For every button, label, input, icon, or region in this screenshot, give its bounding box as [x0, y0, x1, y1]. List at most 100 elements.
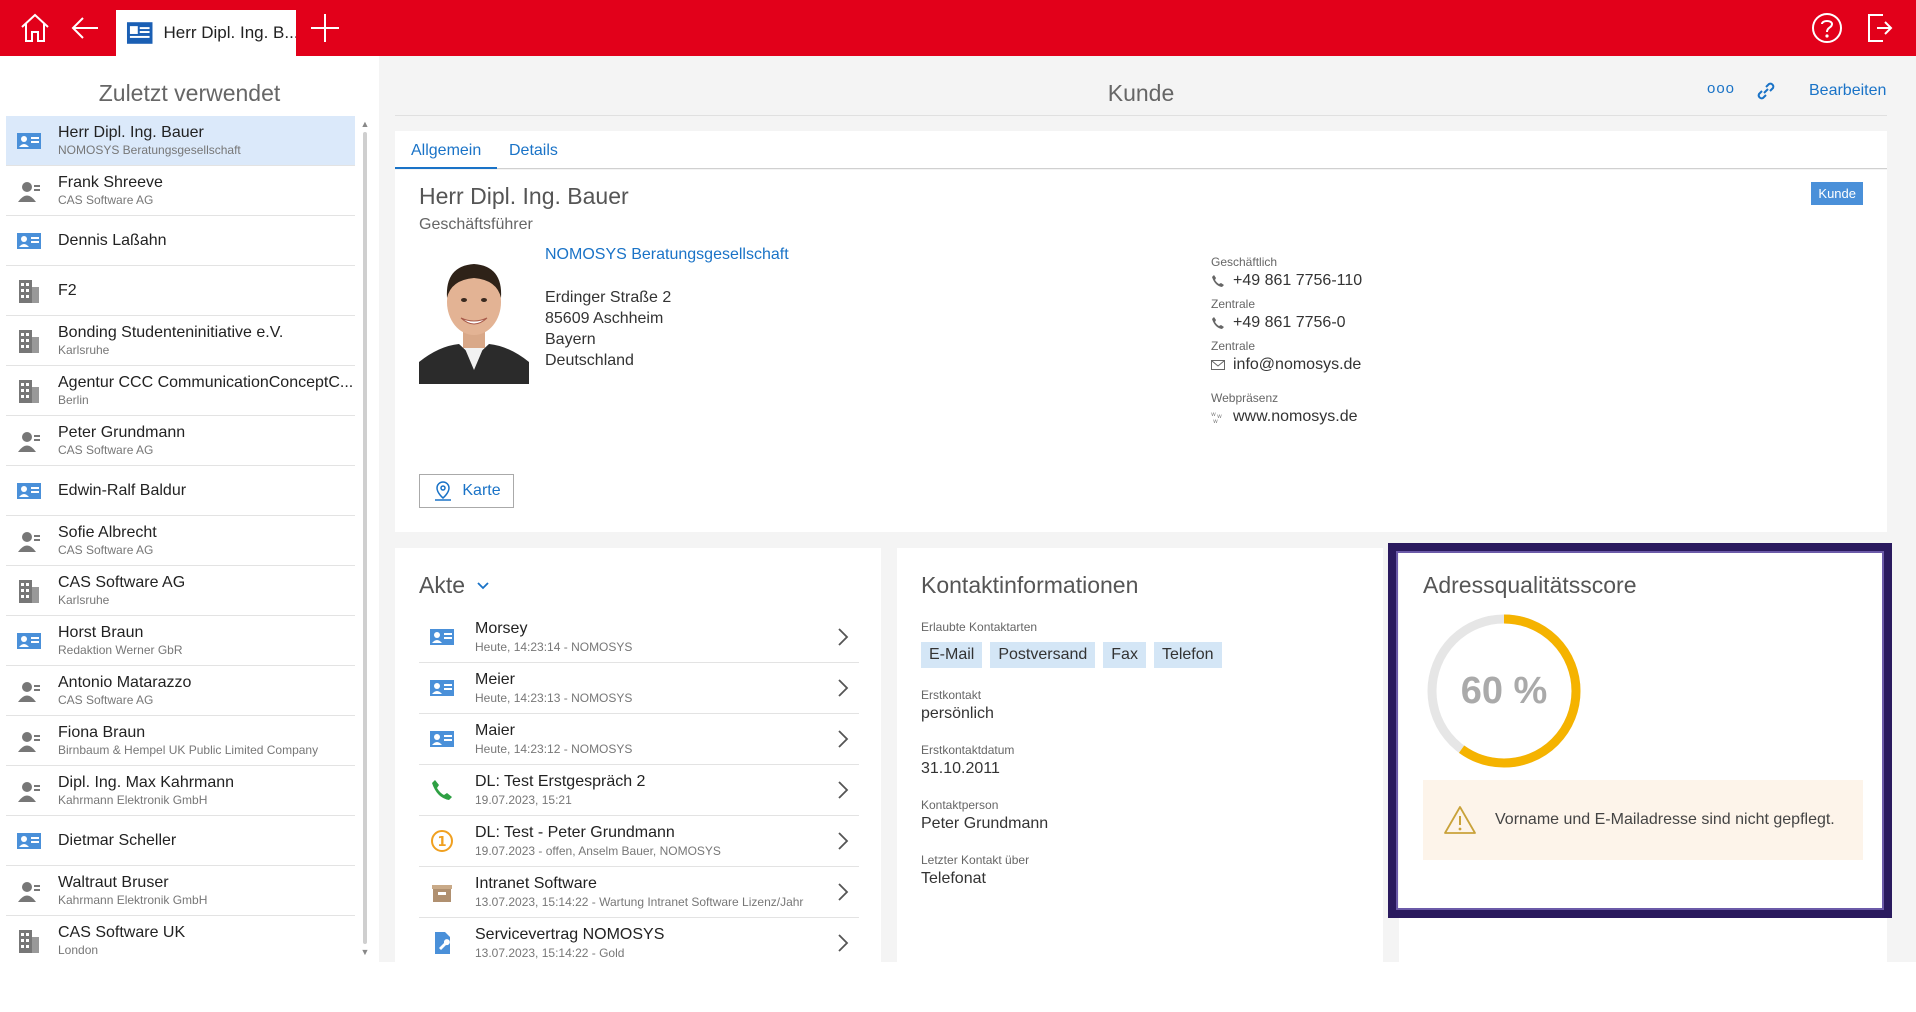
- recent-item[interactable]: CAS Software UK London: [6, 916, 355, 962]
- contact-info-body: Erlaubte Kontaktarten E-Mail Postversand F…: [921, 620, 1361, 908]
- allowed-contact-label: Erlaubte Kontaktarten: [921, 620, 1038, 634]
- chevron-right-icon[interactable]: [833, 627, 853, 647]
- akte-item-name: DL: Test Erstgespräch 2: [475, 773, 646, 790]
- recent-item-name: Peter Grundmann: [58, 424, 186, 441]
- phone-business[interactable]: +49 861 7756-110: [1211, 272, 1611, 290]
- scroll-up-icon[interactable]: ▲: [359, 118, 371, 130]
- new-tab-button[interactable]: [300, 0, 350, 56]
- company-link[interactable]: NOMOSYS Beratungsgesellschaft: [545, 246, 789, 264]
- link-icon: [1757, 82, 1775, 100]
- phone-central[interactable]: +49 861 7756-0: [1211, 314, 1611, 332]
- logout-button[interactable]: [1855, 0, 1905, 56]
- recent-item[interactable]: CAS Software AG Karlsruhe: [6, 566, 355, 616]
- channel-value: info@nomosys.de: [1233, 356, 1362, 373]
- contact-info-card: Kontaktinformationen Erlaubte Kontaktart…: [897, 548, 1383, 962]
- building-icon: [14, 276, 44, 306]
- contact-card-icon: [14, 476, 44, 506]
- contact-info-value: Telefonat: [921, 870, 986, 887]
- recent-item[interactable]: Peter Grundmann CAS Software AG: [6, 416, 355, 466]
- contact-card-icon: [14, 226, 44, 256]
- postal-address: Erdinger Straße 2 85609 Aschheim Bayern …: [545, 287, 671, 371]
- plus-icon: [311, 14, 339, 42]
- email-central[interactable]: info@nomosys.de: [1211, 356, 1611, 374]
- recent-item[interactable]: Dennis Laßahn: [6, 216, 355, 266]
- chevron-right-icon[interactable]: [833, 780, 853, 800]
- tab-details[interactable]: Details: [493, 131, 574, 169]
- contact-info-label: Erstkontaktdatum: [921, 743, 1015, 757]
- top-bar: Herr Dipl. Ing. B...: [0, 0, 1916, 56]
- contact-card-icon: [429, 726, 455, 752]
- help-button[interactable]: [1802, 0, 1852, 56]
- tab-allgemein[interactable]: Allgemein: [395, 131, 498, 169]
- contact-info-label: Letzter Kontakt über: [921, 853, 1030, 867]
- akte-item-sub: 13.07.2023, 15:14:22 - Wartung Intranet …: [475, 895, 804, 909]
- akte-item[interactable]: Servicevertrag NOMOSYS 13.07.2023, 15:14:…: [419, 918, 859, 962]
- recent-item[interactable]: Agentur CCC CommunicationConceptC... Berl…: [6, 366, 355, 416]
- contact-type-chip: Postversand: [990, 642, 1096, 668]
- recent-item-sub: Birnbaum & Hempel UK Public Limited Comp…: [58, 743, 319, 757]
- recent-list[interactable]: Herr Dipl. Ing. Bauer NOMOSYS Beratungsge…: [6, 116, 355, 962]
- channel-value: +49 861 7756-110: [1233, 272, 1363, 289]
- contract-wrench-icon: [429, 930, 455, 956]
- address-street: Erdinger Straße 2: [545, 289, 672, 306]
- recent-item[interactable]: Antonio Matarazzo CAS Software AG: [6, 666, 355, 716]
- recent-item[interactable]: Edwin-Ralf Baldur: [6, 466, 355, 516]
- website[interactable]: www www.nomosys.de: [1211, 408, 1611, 426]
- recent-item[interactable]: Sofie Albrecht CAS Software AG: [6, 516, 355, 566]
- chevron-right-icon[interactable]: [833, 678, 853, 698]
- quality-warning-text: Vorname und E-Mailadresse sind nicht gep…: [1495, 811, 1835, 828]
- recent-item[interactable]: Dipl. Ing. Max Kahrmann Kahrmann Elektron…: [6, 766, 355, 816]
- recent-item[interactable]: F2: [6, 266, 355, 316]
- edit-button[interactable]: Bearbeiten: [1809, 82, 1886, 100]
- akte-item[interactable]: Morsey Heute, 14:23:14 - NOMOSYS: [419, 612, 859, 663]
- back-button[interactable]: [60, 0, 110, 56]
- chevron-right-icon[interactable]: [833, 933, 853, 953]
- recent-item[interactable]: Waltraut Bruser Kahrmann Elektronik GmbH: [6, 866, 355, 916]
- chevron-right-icon[interactable]: [833, 882, 853, 902]
- akte-item-name: Intranet Software: [475, 875, 597, 892]
- recent-item[interactable]: Herr Dipl. Ing. Bauer NOMOSYS Beratungsge…: [6, 116, 355, 166]
- address-city: 85609 Aschheim: [545, 310, 664, 327]
- recent-item-name: Bonding Studenteninitiative e.V.: [58, 324, 284, 341]
- recent-item-name: Frank Shreeve: [58, 174, 163, 191]
- akte-item[interactable]: Maier Heute, 14:23:12 - NOMOSYS: [419, 714, 859, 765]
- recent-item[interactable]: Fiona Braun Birnbaum & Hempel UK Public L…: [6, 716, 355, 766]
- recent-item[interactable]: Dietmar Scheller: [6, 816, 355, 866]
- task-priority-icon: 1: [429, 828, 455, 854]
- open-tab[interactable]: Herr Dipl. Ing. B...: [116, 10, 296, 56]
- help-icon: [1812, 13, 1842, 43]
- akte-item[interactable]: 1 DL: Test - Peter Grundmann 19.07.2023 - …: [419, 816, 859, 867]
- akte-item[interactable]: Meier Heute, 14:23:13 - NOMOSYS: [419, 663, 859, 714]
- recent-panel: Zuletzt verwendet Herr Dipl. Ing. Bauer N…: [0, 66, 379, 962]
- chevron-right-icon[interactable]: [833, 831, 853, 851]
- recent-item-sub: Karlsruhe: [58, 593, 110, 607]
- chevron-right-icon[interactable]: [833, 729, 853, 749]
- link-button[interactable]: [1755, 80, 1777, 102]
- akte-item[interactable]: Intranet Software 13.07.2023, 15:14:22 - …: [419, 867, 859, 918]
- recent-scrollbar[interactable]: ▲ ▼: [359, 118, 371, 958]
- contact-role: Geschäftsführer: [419, 216, 533, 233]
- svg-text:w: w: [1211, 411, 1216, 418]
- recent-item-name: Herr Dipl. Ing. Bauer: [58, 124, 204, 141]
- contact-info-label: Kontaktperson: [921, 798, 999, 812]
- recent-item[interactable]: Frank Shreeve CAS Software AG: [6, 166, 355, 216]
- akte-title[interactable]: Akte: [419, 572, 491, 599]
- chevron-down-icon: [477, 581, 489, 589]
- person-icon: [14, 876, 44, 906]
- akte-item[interactable]: DL: Test Erstgespräch 2 19.07.2023, 15:21: [419, 765, 859, 816]
- recent-item[interactable]: Horst Braun Redaktion Werner GbR: [6, 616, 355, 666]
- scroll-thumb[interactable]: [363, 132, 367, 944]
- akte-item-sub: Heute, 14:23:12 - NOMOSYS: [475, 742, 633, 756]
- channel-value: +49 861 7756-0: [1233, 314, 1346, 331]
- scroll-down-icon[interactable]: ▼: [359, 946, 371, 958]
- recent-item[interactable]: Bonding Studenteninitiative e.V. Karlsruh…: [6, 316, 355, 366]
- address-state: Bayern: [545, 331, 596, 348]
- map-button[interactable]: Karte: [419, 474, 514, 508]
- arrow-left-icon: [71, 17, 98, 39]
- contact-card: Herr Dipl. Ing. Bauer Geschäftsführer Ku…: [395, 170, 1887, 532]
- recent-item-name: Dietmar Scheller: [58, 831, 177, 849]
- home-button[interactable]: [10, 0, 60, 56]
- communication-channels: Geschäftlich +49 861 7756-110 Zentrale +…: [1211, 248, 1611, 426]
- recent-item-sub: CAS Software AG: [58, 443, 154, 457]
- more-button[interactable]: ooo: [1707, 80, 1735, 97]
